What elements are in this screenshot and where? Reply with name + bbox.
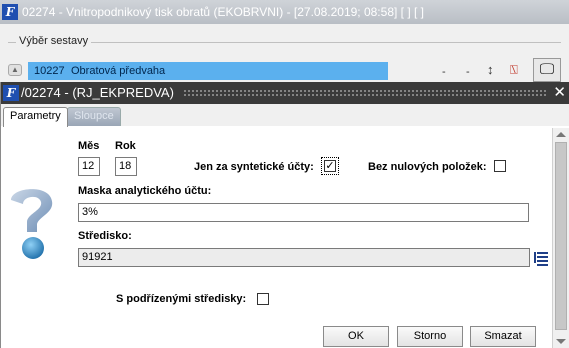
tab-parametry[interactable]: Parametry [3, 107, 68, 127]
sort-icon[interactable]: ↕ [487, 62, 494, 77]
analytic-mask-field[interactable]: 3% [78, 203, 529, 222]
pdf-icon[interactable]: ⍂ [510, 62, 518, 78]
sub-centers-checkbox[interactable] [257, 293, 269, 305]
synthetic-accounts-label: Jen za syntetické účty: [194, 161, 314, 173]
app-logo-icon: F [2, 4, 18, 20]
vertical-scrollbar[interactable] [552, 128, 569, 348]
help-question-icon [11, 189, 53, 259]
scroll-down-icon[interactable] [556, 339, 566, 344]
close-icon[interactable]: ✕ [553, 84, 566, 102]
report-list-row[interactable]: 10227 Obratová předvaha [28, 62, 388, 80]
year-field[interactable]: 18 [115, 157, 137, 176]
scrollbar-thumb[interactable] [555, 142, 567, 330]
year-label: Rok [115, 140, 136, 152]
column-dash: - [442, 66, 446, 78]
column-dash: - [466, 66, 470, 78]
report-code: 10227 [34, 65, 65, 77]
background-window-title: 02274 - Vnitropodnikový tisk obratů (EKO… [22, 5, 424, 19]
month-label: Měs [78, 140, 100, 152]
synthetic-accounts-checkbox[interactable]: ✓ [321, 157, 339, 175]
cost-center-lookup-icon[interactable] [532, 248, 550, 267]
scroll-up-icon[interactable] [556, 132, 566, 137]
clear-button[interactable]: Smazat [470, 326, 536, 347]
analytic-mask-label: Maska analytického účtu: [78, 185, 212, 197]
no-zero-items-label: Bez nulových položek: [368, 161, 487, 173]
month-field[interactable]: 12 [78, 157, 100, 176]
dialog-tabs: Parametry Sloupce [1, 104, 569, 148]
tab-sloupce[interactable]: Sloupce [67, 107, 121, 126]
monitor-preview-icon[interactable]: 🖵 [533, 58, 561, 82]
report-name: Obratová předvaha [71, 65, 166, 77]
background-window-titlebar: F 02274 - Vnitropodnikový tisk obratů (E… [0, 0, 569, 24]
cancel-button[interactable]: Storno [397, 326, 463, 347]
cost-center-field[interactable]: 91921 [78, 248, 530, 267]
report-selection-group-label: Výběr sestavy [16, 35, 92, 47]
titlebar-drag-pattern [183, 89, 548, 96]
dialog-title: /02274 - (RJ_EKPREDVA) [21, 85, 174, 100]
no-zero-items-checkbox[interactable] [494, 160, 506, 172]
cost-center-label: Středisko: [78, 230, 132, 242]
parameters-panel: Měs 12 Rok 18 Jen za syntetické účty: ✓ … [1, 126, 569, 348]
row-expand-icon[interactable]: ▲ [8, 64, 22, 76]
app-logo-icon: F [3, 85, 19, 101]
dialog-titlebar[interactable]: F /02274 - (RJ_EKPREDVA) ✕ [1, 82, 569, 104]
sub-centers-label: S podřízenými středisky: [116, 293, 247, 305]
parameters-dialog: F /02274 - (RJ_EKPREDVA) ✕ Parametry Slo… [0, 82, 569, 348]
ok-button[interactable]: OK [323, 326, 389, 347]
